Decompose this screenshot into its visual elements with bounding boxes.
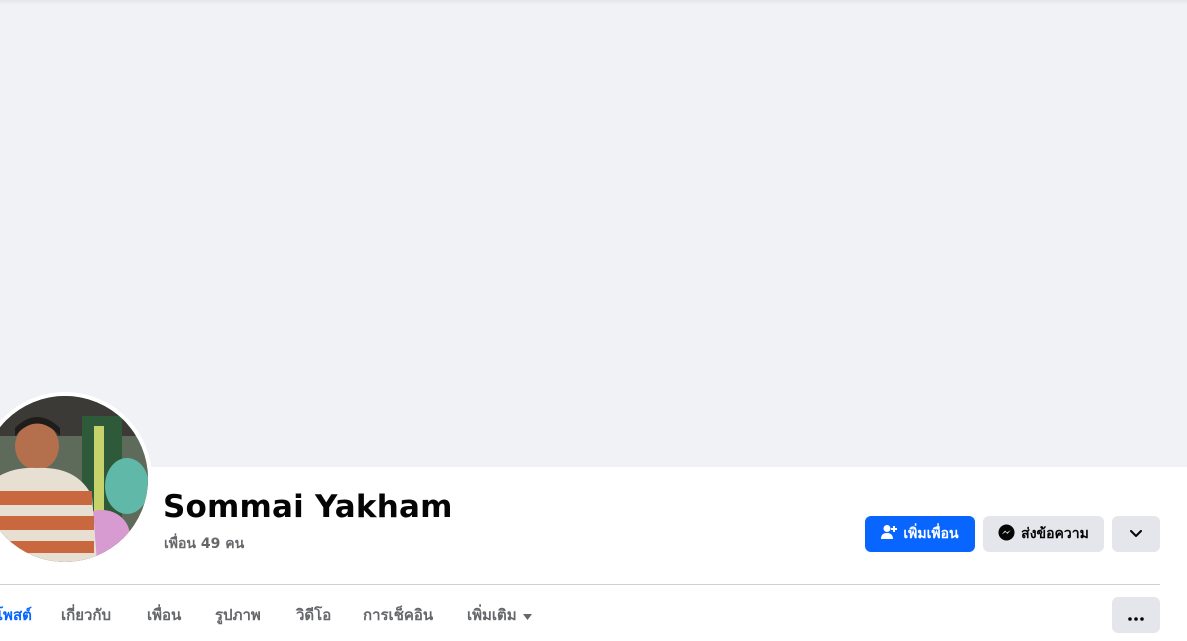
caret-down-icon xyxy=(522,606,532,624)
tab-friends[interactable]: เพื่อน xyxy=(147,596,181,634)
tab-about[interactable]: เกี่ยวกับ xyxy=(61,596,111,634)
tab-label: การเช็คอิน xyxy=(363,606,434,624)
tab-label: เพื่อน xyxy=(147,606,182,624)
add-friend-label: เพิ่มเพื่อน xyxy=(903,526,959,542)
friends-count[interactable]: เพื่อน 49 คน xyxy=(164,533,244,555)
add-friend-icon xyxy=(881,524,898,544)
message-label: ส่งข้อความ xyxy=(1021,526,1089,542)
profile-name: Sommai Yakham xyxy=(163,489,453,525)
tab-label: เพิ่มเติม xyxy=(467,606,517,624)
tab-posts[interactable]: โพสต์ xyxy=(0,596,32,634)
tabs-divider xyxy=(0,584,1160,585)
tab-checkins[interactable]: การเช็คอิน xyxy=(363,596,433,634)
tab-label: รูปภาพ xyxy=(215,606,261,624)
tab-more[interactable]: เพิ่มเติม xyxy=(467,596,532,634)
messenger-icon xyxy=(998,523,1015,545)
tab-photos[interactable]: รูปภาพ xyxy=(215,596,261,634)
cover-photo[interactable] xyxy=(0,5,1187,467)
tab-videos[interactable]: วิดีโอ xyxy=(296,596,331,634)
message-button[interactable]: ส่งข้อความ xyxy=(983,516,1104,552)
chevron-down-icon xyxy=(1130,526,1142,542)
tab-label: วิดีโอ xyxy=(296,606,332,624)
ellipsis-icon xyxy=(1128,606,1144,625)
tabs-menu-button[interactable] xyxy=(1112,597,1160,633)
add-friend-button[interactable]: เพิ่มเพื่อน xyxy=(865,516,975,552)
profile-options-button[interactable] xyxy=(1112,516,1160,552)
tab-label: โพสต์ xyxy=(0,606,32,624)
tab-label: เกี่ยวกับ xyxy=(61,606,112,624)
